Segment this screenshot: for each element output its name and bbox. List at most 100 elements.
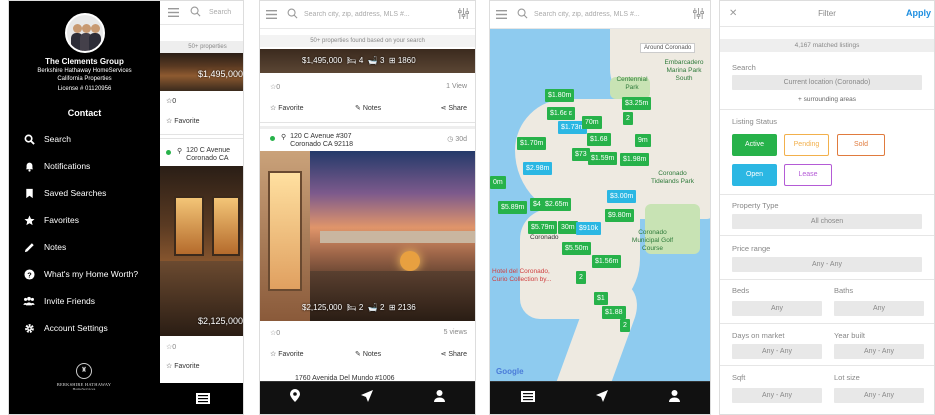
search-bar: Search	[160, 1, 243, 25]
favorite-count: ☆0	[270, 330, 281, 337]
map-count-marker[interactable]: 2	[623, 112, 633, 125]
map-price-marker[interactable]: $1.70m	[517, 137, 547, 150]
search-input[interactable]: Search	[209, 9, 231, 16]
map-price-marker[interactable]: $9.80m	[605, 209, 635, 222]
favorite-button[interactable]: ☆ Favorite	[270, 350, 304, 358]
map-price-marker[interactable]: 30m	[558, 221, 578, 234]
hamburger-menu-icon[interactable]	[496, 6, 507, 24]
listing-facts: $2,125,000 🛏 2 🛁 2 ⊞ 2136	[302, 303, 416, 312]
navigation-arrow-icon[interactable]	[595, 389, 608, 407]
map-price-marker[interactable]: 70m	[582, 116, 602, 129]
map-price-marker[interactable]: $3.25m	[622, 97, 652, 110]
map-view[interactable]: Around Coronado Embarcadero Marina Park …	[490, 29, 710, 383]
search-bar: Search city, zip, address, MLS #...	[490, 1, 710, 29]
menu-item-search[interactable]: Search	[23, 132, 71, 146]
price-range-select[interactable]: Any - Any	[732, 257, 922, 272]
favorite-count: ☆0	[270, 84, 281, 91]
map-price-marker[interactable]: $1.56m	[592, 255, 622, 268]
contact-button[interactable]: Contact	[9, 108, 160, 118]
days-on-market-select[interactable]: Any - Any	[732, 344, 822, 359]
results-count: 50+ properties found based on your searc…	[260, 35, 475, 47]
menu-item-home-worth[interactable]: ? What's my Home Worth?	[23, 267, 138, 281]
location-pin-icon: ⚲	[177, 148, 183, 155]
star-outline-icon: ☆	[166, 118, 175, 125]
map-price-marker[interactable]: $1.88	[602, 306, 626, 319]
map-price-marker[interactable]: $910k	[576, 222, 602, 235]
share-button[interactable]: ⋖ Share	[441, 104, 468, 112]
map-price-marker[interactable]: $5.79m	[528, 221, 558, 234]
filter-sliders-icon[interactable]	[693, 6, 704, 24]
menu-item-notifications[interactable]: Notifications	[23, 159, 90, 173]
baths-select[interactable]: Any	[834, 301, 924, 316]
beds-select[interactable]: Any	[732, 301, 822, 316]
active-status-dot	[270, 136, 275, 141]
status-open-toggle[interactable]: Open	[732, 164, 777, 186]
filter-sliders-icon[interactable]	[458, 6, 469, 24]
hamburger-menu-icon[interactable]	[266, 6, 277, 24]
listing-photo[interactable]: $2,125,000	[160, 166, 243, 336]
search-input[interactable]: Search city, zip, address, MLS #...	[304, 11, 458, 18]
lot-size-select[interactable]: Any - Any	[834, 388, 924, 403]
status-sold-toggle[interactable]: Sold	[837, 134, 885, 156]
year-built-select[interactable]: Any - Any	[834, 344, 924, 359]
map-price-marker[interactable]: $1.59m	[588, 152, 618, 165]
map-price-marker[interactable]: $2.65m	[542, 198, 572, 211]
menu-item-label: Account Settings	[44, 323, 108, 333]
map-price-marker[interactable]: 9m	[635, 134, 651, 147]
navigation-arrow-icon[interactable]	[360, 389, 373, 407]
map-price-marker[interactable]: $1.80m	[545, 89, 575, 102]
menu-item-notes[interactable]: Notes	[23, 240, 66, 254]
map-price-marker[interactable]: $5.50m	[562, 242, 592, 255]
user-icon[interactable]	[433, 389, 445, 407]
side-menu: The Clements Group Berkshire Hathaway Ho…	[9, 1, 160, 414]
menu-item-invite-friends[interactable]: Invite Friends	[23, 294, 95, 308]
bed-icon: 🛏	[346, 303, 357, 312]
sqft-select[interactable]: Any - Any	[732, 388, 822, 403]
listing-photo[interactable]: $1,495,000	[160, 53, 243, 91]
map-price-marker[interactable]: $1.68	[587, 133, 611, 146]
status-lease-toggle[interactable]: Lease	[784, 164, 832, 186]
menu-item-favorites[interactable]: Favorites	[23, 213, 79, 227]
agent-name: The Clements Group	[45, 57, 124, 66]
favorite-button[interactable]: ☆ Favorite	[166, 117, 200, 125]
favorite-button[interactable]: ☆ Favorite	[270, 104, 304, 112]
map-place-label: Coronado	[530, 234, 559, 241]
list-view-icon[interactable]	[520, 389, 535, 407]
apply-button[interactable]: Apply	[906, 8, 931, 18]
map-price-marker[interactable]: $5.89m	[498, 201, 528, 214]
map-price-marker[interactable]: $2.98m	[523, 162, 553, 175]
map-price-marker[interactable]: $1.6ɛ ɛ	[547, 107, 575, 120]
listing-photo[interactable]: $2,125,000 🛏 2 🛁 2 ⊞ 2136	[260, 151, 475, 321]
star-icon	[23, 214, 35, 226]
share-button[interactable]: ⋖ Share	[441, 350, 468, 358]
search-icon	[23, 133, 35, 145]
property-type-select[interactable]: All chosen	[732, 214, 922, 229]
status-active-toggle[interactable]: Active	[732, 134, 777, 156]
menu-item-saved-searches[interactable]: Saved Searches	[23, 186, 106, 200]
location-pin-icon: ⚲	[281, 134, 287, 141]
favorite-button[interactable]: ☆ Favorite	[166, 362, 200, 370]
map-price-marker[interactable]: 0m	[490, 176, 506, 189]
hamburger-menu-icon[interactable]	[168, 4, 179, 22]
map-price-marker[interactable]: $1.98m	[620, 153, 650, 166]
matched-listings-count: 4,167 matched listings	[720, 39, 934, 52]
listing-photo[interactable]: $1,495,000 🛏 4 🛁 3 ⊞ 1860	[260, 49, 475, 73]
filter-screen: ✕ Filter Apply 4,167 matched listings Se…	[719, 0, 935, 415]
menu-item-label: Invite Friends	[44, 296, 96, 306]
notes-button[interactable]: ✎ Notes	[355, 104, 381, 112]
map-count-marker[interactable]: 2	[576, 271, 586, 284]
list-view-icon[interactable]	[195, 391, 210, 409]
map-count-marker[interactable]: 2	[620, 319, 630, 332]
status-pending-toggle[interactable]: Pending	[784, 134, 829, 156]
location-pin-icon[interactable]	[290, 389, 301, 407]
location-field[interactable]: Current location (Coronado)	[732, 75, 922, 90]
map-price-marker[interactable]: $3.00m	[607, 190, 637, 203]
user-icon[interactable]	[668, 389, 680, 407]
map-price-marker[interactable]: $1	[594, 292, 608, 305]
notes-button[interactable]: ✎ Notes	[355, 350, 381, 358]
bell-icon	[23, 160, 35, 172]
logo-subtext: HomeServices	[72, 387, 96, 391]
menu-item-account-settings[interactable]: Account Settings	[23, 321, 108, 335]
surrounding-areas-link[interactable]: + surrounding areas	[720, 96, 934, 103]
search-input[interactable]: Search city, zip, address, MLS #...	[534, 11, 693, 18]
